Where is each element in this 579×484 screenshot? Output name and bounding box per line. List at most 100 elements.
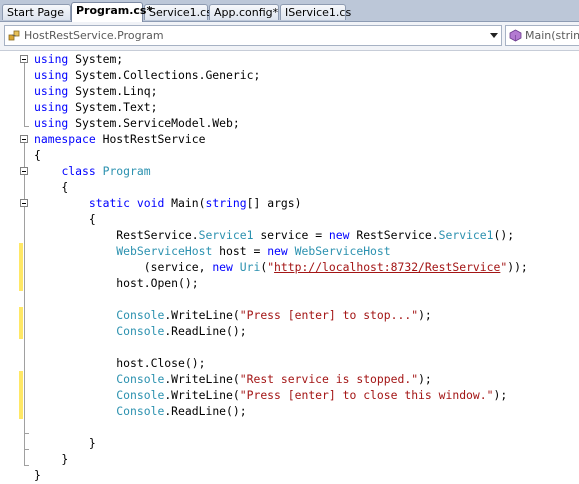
tab-app-config[interactable]: App.config* [209, 4, 279, 20]
code-token: string [205, 196, 247, 210]
tab-program-cs[interactable]: Program.cs* [71, 2, 152, 22]
code-token: WebServiceHost [294, 244, 391, 258]
code-line[interactable]: } [34, 467, 41, 483]
code-line[interactable]: using System.Text; [34, 99, 157, 115]
chevron-down-icon[interactable] [490, 33, 498, 38]
code-line[interactable]: (service, new Uri("http://localhost:8732… [34, 259, 528, 275]
class-icon [8, 30, 20, 41]
code-token: Program [102, 164, 151, 178]
code-token: using [34, 84, 69, 98]
code-line[interactable]: { [34, 211, 96, 227]
code-token: } [34, 436, 96, 450]
code-token: Console [116, 388, 165, 402]
code-token: { [34, 212, 96, 226]
code-token: System; [68, 52, 124, 66]
code-token: Console [116, 372, 165, 386]
code-token: class [61, 164, 96, 178]
code-line[interactable]: Console.ReadLine(); [34, 403, 247, 419]
code-editor[interactable]: using System; using System.Collections.Ge… [0, 51, 579, 484]
indicator-margin [0, 51, 18, 484]
navigation-bar: HostRestService.Program Main(strin [0, 22, 579, 51]
code-token: (service, [34, 260, 213, 274]
code-token: } [34, 468, 41, 482]
code-token: .ReadLine(); [164, 324, 247, 338]
code-token: static [88, 196, 131, 210]
code-token: new [267, 244, 288, 258]
outlining-margin [18, 51, 32, 484]
code-line[interactable]: using System.Linq; [34, 83, 157, 99]
code-line[interactable]: { [34, 147, 41, 163]
code-token: RestService. [34, 228, 199, 242]
code-token: .WriteLine( [164, 388, 240, 402]
code-token: ); [418, 308, 432, 322]
code-line[interactable]: { [34, 179, 68, 195]
code-line[interactable]: using System.Collections.Generic; [34, 67, 260, 83]
tab-start-page[interactable]: Start Page [2, 4, 71, 20]
code-token: HostRestService [95, 132, 206, 146]
code-token: [] args) [246, 196, 302, 210]
code-line[interactable]: Console.WriteLine("Press [enter] to stop… [34, 307, 432, 323]
code-token: using [34, 116, 69, 130]
code-line[interactable]: static void Main(string[] args) [34, 195, 302, 211]
code-line[interactable]: Console.ReadLine(); [34, 323, 247, 339]
member-dropdown-value: Main(strin [525, 29, 579, 42]
code-line[interactable]: WebServiceHost host = new WebServiceHost [34, 243, 391, 259]
code-token: .WriteLine( [164, 372, 240, 386]
tab-iservice1-cs[interactable]: IService1.cs [280, 4, 351, 20]
code-token: Main( [164, 196, 206, 210]
code-line[interactable]: using System.ServiceModel.Web; [34, 115, 240, 131]
code-line[interactable]: host.Open(); [34, 275, 199, 291]
type-dropdown-value: HostRestService.Program [24, 29, 164, 42]
code-token: using [34, 52, 69, 66]
code-line[interactable]: host.Close(); [34, 355, 205, 371]
code-token: System.Linq; [68, 84, 158, 98]
type-dropdown[interactable]: HostRestService.Program [4, 25, 502, 46]
code-token: host.Open(); [34, 276, 199, 290]
code-line[interactable]: } [34, 435, 96, 451]
code-token: Console [116, 324, 165, 338]
code-token: } [34, 452, 69, 466]
tab-service1-cs[interactable]: Service1.cs [144, 4, 212, 20]
code-token: void [136, 196, 165, 210]
code-line[interactable]: class Program [34, 163, 151, 179]
code-token: new [328, 228, 350, 242]
collapse-toggle-namespace[interactable] [20, 135, 28, 143]
code-token: Service1 [438, 228, 494, 242]
code-token: System.Text; [68, 100, 158, 114]
code-token: .ReadLine(); [164, 404, 247, 418]
code-token: using [34, 100, 69, 114]
document-tab-strip: Start Page Program.cs* Service1.cs App.c… [0, 0, 579, 22]
collapse-toggle-method[interactable] [20, 199, 28, 207]
code-line[interactable]: Console.WriteLine("Press [enter] to clos… [34, 387, 507, 403]
code-token: WebServiceHost [116, 244, 213, 258]
code-token: ); [493, 388, 508, 402]
code-token: (); [493, 228, 515, 242]
code-token: "Rest service is stopped." [239, 372, 419, 386]
code-line[interactable]: Console.WriteLine("Rest service is stopp… [34, 371, 432, 387]
code-line[interactable]: RestService.Service1 service = new RestS… [34, 227, 514, 243]
code-line[interactable]: } [34, 451, 68, 467]
code-token: { [34, 180, 69, 194]
code-line[interactable]: using System; [34, 51, 123, 67]
code-token: ); [418, 372, 432, 386]
member-dropdown[interactable]: Main(strin [505, 25, 579, 46]
code-token: "Press [enter] to close this window." [239, 388, 494, 402]
collapse-toggle-class[interactable] [20, 167, 28, 175]
method-icon [509, 29, 522, 42]
code-token: service = [253, 228, 329, 242]
collapse-toggle-usings[interactable] [20, 55, 28, 63]
code-line[interactable]: namespace HostRestService [34, 131, 205, 147]
code-token: using [34, 68, 69, 82]
code-token: .WriteLine( [164, 308, 240, 322]
